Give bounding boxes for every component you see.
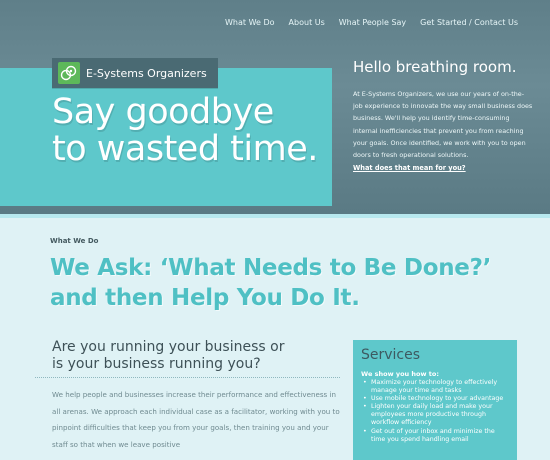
top-navigation: What We Do About Us What People Say Get … (225, 18, 518, 27)
hero-banner: What We Do About Us What People Say Get … (0, 0, 550, 218)
what-does-that-mean-link[interactable]: What does that mean for you? (353, 164, 533, 172)
services-list: Maximize your technology to effectively … (361, 379, 509, 444)
question-line-1: Are you running your business or (52, 339, 285, 355)
section-heading-line-2: and then Help You Do It. (50, 285, 360, 311)
services-panel: Services We show you how to: Maximize yo… (353, 340, 517, 460)
services-list-item: Use mobile technology to your advantage (363, 395, 509, 403)
hero-headline: Say goodbye to wasted time. (52, 94, 332, 168)
nav-get-started-link[interactable]: Get Started / Contact Us (420, 18, 518, 27)
services-list-item: Get out of your inbox and minimize the t… (363, 428, 509, 444)
question-line-2: is your business running you? (52, 356, 261, 372)
eso-logo-icon (58, 62, 80, 84)
question-heading: Are you running your business or is your… (52, 339, 312, 373)
services-title: Services (361, 347, 421, 363)
logo[interactable]: E-Systems Organizers (52, 58, 218, 88)
services-intro: We show you how to: (361, 370, 439, 378)
nav-about-us-link[interactable]: About Us (289, 18, 325, 27)
nav-what-people-say-link[interactable]: What People Say (339, 18, 406, 27)
dotted-divider (35, 377, 340, 378)
section-heading-line-1: We Ask: ‘What Needs to Be Done?’ (50, 255, 492, 281)
section-heading: We Ask: ‘What Needs to Be Done?’ and the… (50, 253, 530, 313)
hello-panel: Hello breathing room. At E-Systems Organ… (353, 58, 533, 172)
services-list-item: Maximize your technology to effectively … (363, 379, 509, 395)
nav-what-we-do-link[interactable]: What We Do (225, 18, 275, 27)
hero-headline-line-1: Say goodbye (52, 92, 274, 132)
section-label: What We Do (50, 237, 99, 245)
hello-title: Hello breathing room. (353, 58, 517, 76)
hero-headline-line-2: to wasted time. (52, 129, 318, 169)
body-paragraph: We help people and businesses increase t… (52, 390, 340, 449)
logo-name: E-Systems Organizers (86, 66, 207, 80)
hello-text: At E-Systems Organizers, we use our year… (353, 90, 533, 160)
services-list-item: Lighten your daily load and make your em… (363, 403, 509, 427)
